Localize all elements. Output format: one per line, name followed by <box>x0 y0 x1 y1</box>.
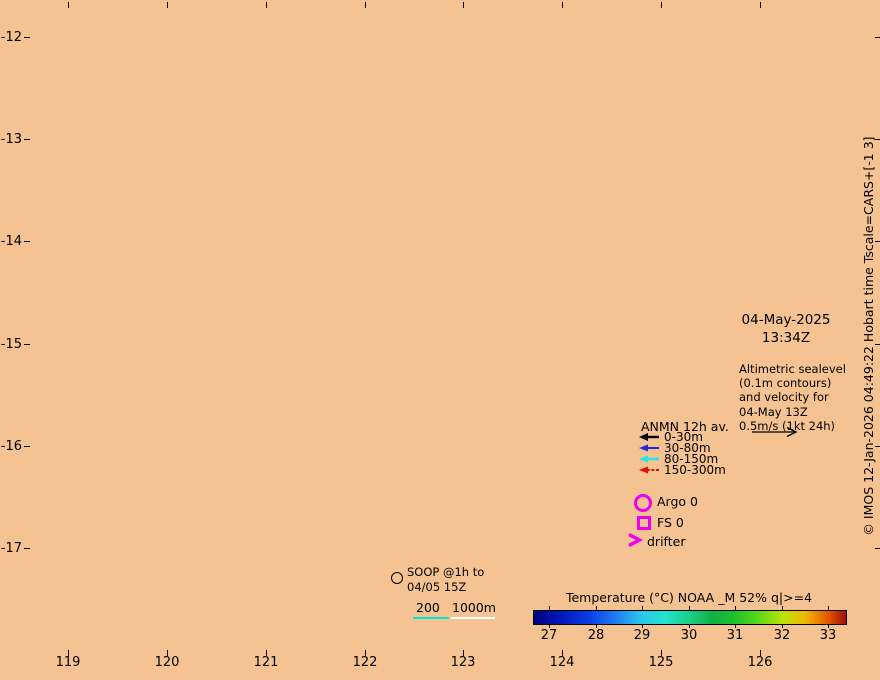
argo-marker-icon <box>634 494 652 512</box>
x-tick <box>463 2 464 8</box>
colorbar-tick <box>735 606 736 610</box>
soop-label-line1: SOOP @1h to <box>407 565 485 579</box>
annotation-line: Altimetric sealevel <box>739 362 846 376</box>
x-axis-label: 126 <box>747 655 773 670</box>
velocity-scale-arrow-icon <box>752 426 798 438</box>
colorbar-tick-label: 31 <box>726 628 744 643</box>
anmn-arrow-150-300m-icon <box>639 466 659 474</box>
y-tick <box>24 241 30 242</box>
y-axis-label: -17 <box>0 541 22 556</box>
figure: 119 120 121 122 123 124 125 126 -12 -13 … <box>0 0 880 680</box>
x-axis-label: 122 <box>352 655 378 670</box>
anmn-arrow-30-80m-icon <box>639 444 659 452</box>
colorbar-tick-label: 32 <box>773 628 791 643</box>
y-tick <box>24 139 30 140</box>
colorbar-tick-label: 30 <box>680 628 698 643</box>
x-axis-label: 124 <box>549 655 575 670</box>
isobath-200-label: 200 <box>416 600 440 615</box>
copyright-text: © IMOS 12-Jan-2026 04:49:22 Hobart time … <box>861 136 876 536</box>
soop-marker-icon <box>391 572 403 584</box>
anmn-arrow-0-30m-icon <box>639 433 659 441</box>
colorbar-tick <box>689 606 690 610</box>
soop-label-line2: 04/05 15Z <box>407 580 467 594</box>
x-tick <box>167 2 168 8</box>
anmn-arrow-80-150m-icon <box>639 455 659 463</box>
x-axis-label: 120 <box>154 655 180 670</box>
ocean-map-canvas <box>30 8 875 650</box>
colorbar-tick-label: 33 <box>819 628 837 643</box>
y-tick <box>24 446 30 447</box>
y-tick <box>24 37 30 38</box>
x-tick <box>562 2 563 8</box>
y-tick <box>24 548 30 549</box>
x-tick <box>760 2 761 8</box>
colorbar-tick <box>596 606 597 610</box>
argo-label: Argo 0 <box>657 494 698 509</box>
x-tick <box>365 2 366 8</box>
x-axis-label: 119 <box>55 655 81 670</box>
y-axis-label: -15 <box>0 337 22 352</box>
fs-label: FS 0 <box>657 515 684 530</box>
map-date: 04-May-2025 <box>741 312 831 328</box>
isobath-1000-label: 1000m <box>452 600 496 615</box>
y-axis-label: -16 <box>0 439 22 454</box>
fs-marker-icon <box>637 516 651 530</box>
drifter-label: drifter <box>647 534 686 549</box>
x-tick <box>68 2 69 8</box>
y-axis-label: -13 <box>0 132 22 147</box>
map-time: 13:34Z <box>761 330 811 346</box>
colorbar-tick-label: 27 <box>540 628 558 643</box>
annotation-line: (0.1m contours) <box>739 376 832 391</box>
drifter-marker-icon <box>628 532 643 548</box>
isobath-200-line <box>413 617 449 619</box>
annotation-line: 04-May 13Z <box>739 404 808 419</box>
colorbar-tick <box>549 606 550 610</box>
colorbar-title: Temperature (°C) NOAA _M 52% q|>=4 <box>565 590 813 605</box>
colorbar-tick <box>782 606 783 610</box>
annotation-block: Altimetric sealevel (0.1m contours) and … <box>739 362 846 433</box>
x-axis-label: 123 <box>450 655 476 670</box>
x-tick <box>661 2 662 8</box>
x-axis-label: 121 <box>253 655 279 670</box>
colorbar-tick <box>828 606 829 610</box>
y-tick <box>24 344 30 345</box>
colorbar-tick-label: 29 <box>633 628 651 643</box>
x-tick <box>266 2 267 8</box>
colorbar <box>533 610 847 625</box>
anmn-label-150-300m: 150-300m <box>664 463 726 477</box>
isobath-1000-line <box>451 617 495 619</box>
y-axis-label: -12 <box>0 30 22 45</box>
colorbar-tick <box>642 606 643 610</box>
x-axis-label: 125 <box>648 655 674 670</box>
y-axis-label: -14 <box>0 234 22 249</box>
annotation-line: and velocity for <box>739 390 829 405</box>
colorbar-tick-label: 28 <box>587 628 605 643</box>
